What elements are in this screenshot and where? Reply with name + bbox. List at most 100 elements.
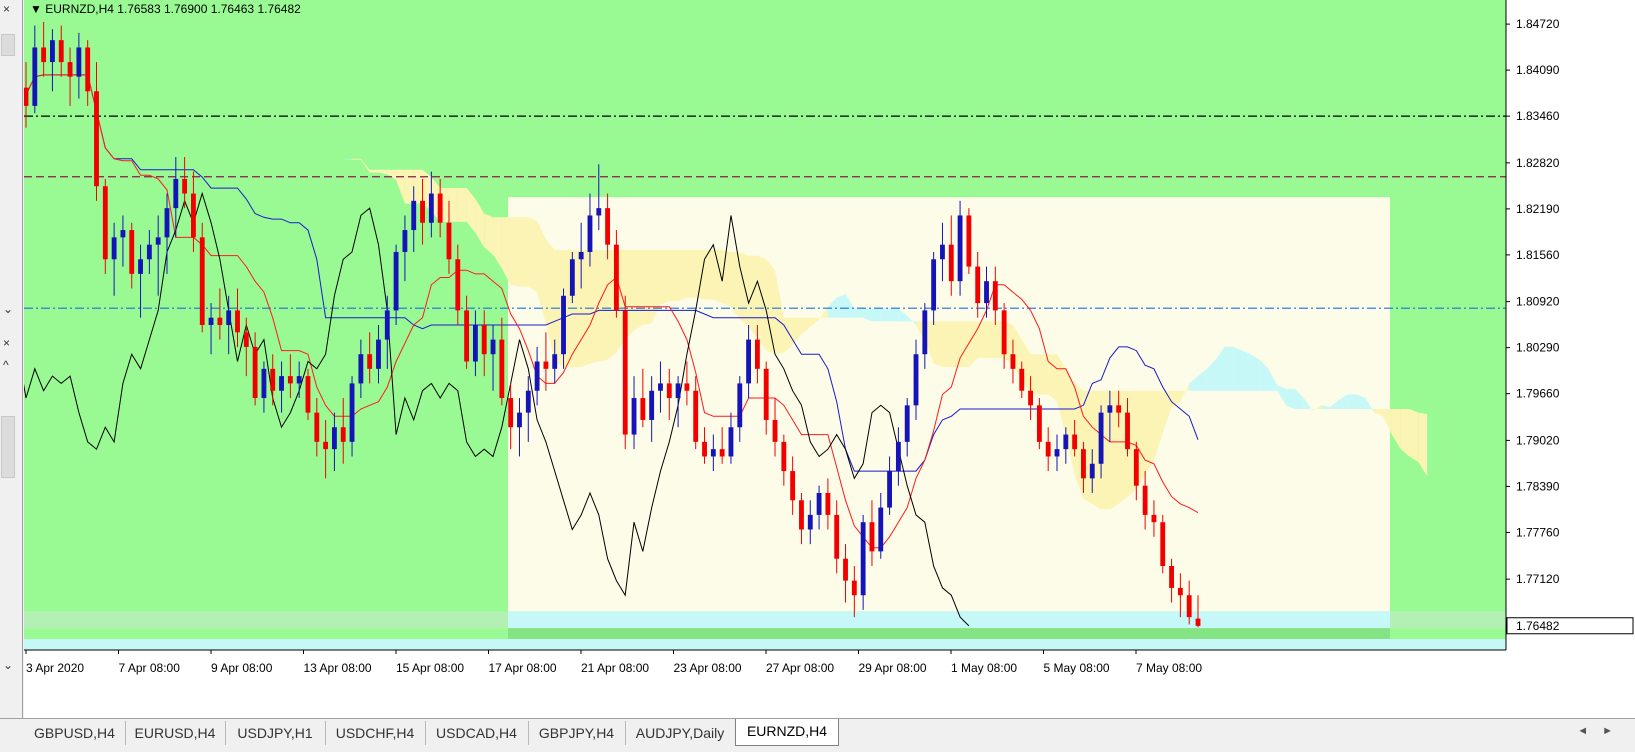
candle-body [1089,463,1095,479]
price-tick-label: 1.79660 [1516,387,1560,401]
candle-body [816,492,822,515]
kumo-segment [722,250,731,307]
kumo-segment [951,321,961,367]
candle-body [869,522,875,552]
kumo-segment [836,293,846,318]
symbol-info: ▼ EURNZD,H4 1.76583 1.76900 1.76463 1.76… [30,2,301,16]
chevron-down-icon-2[interactable]: ⌄ [3,658,13,672]
candle[interactable] [1036,398,1042,450]
tab-eurnzd-h4[interactable]: EURNZD,H4 [735,719,839,746]
candle-body [261,368,267,399]
candle[interactable] [622,295,628,450]
tab-usdchf-h4[interactable]: USDCHF,H4 [325,721,426,745]
candle-body [32,47,38,106]
tab-usdjpy-h1[interactable]: USDJPY,H1 [225,721,326,745]
time-tick-label: 3 Apr 2020 [26,661,84,675]
candle-body [737,383,743,428]
candle[interactable] [1160,514,1166,574]
vertical-scrollbar-thumb-2[interactable] [1,416,15,478]
candle-body [340,427,346,442]
price-tick-label: 1.77120 [1516,572,1560,586]
candle-body [358,354,364,384]
candle-body [1151,514,1157,523]
chevron-down-icon[interactable]: ⌄ [3,302,13,316]
price-tick-label: 1.83460 [1516,109,1560,123]
candle-body [1169,566,1174,588]
tab-audjpy-daily[interactable]: AUDJPY,Daily [625,721,736,745]
tab-eurusd-h4[interactable]: EURUSD,H4 [125,721,226,745]
kumo-segment [642,250,652,325]
candle-body [208,317,214,325]
kumo-segment [1030,354,1040,395]
candle-body [702,441,707,457]
candle-body [931,259,937,311]
kumo-segment [457,188,467,222]
candle-body [331,427,337,450]
candle-body [578,251,584,260]
kumo-segment [369,169,379,173]
close-icon[interactable]: × [3,2,10,16]
candle-body [499,339,505,399]
candle-body [957,215,963,282]
close-icon-2[interactable]: × [3,336,10,350]
candle-body [437,193,443,223]
candle-body [349,383,355,442]
candle-body [525,390,531,413]
candle-body [384,310,390,340]
candle-body [24,87,29,106]
chart-canvas[interactable]: 1.84720 1.84090 1.83460 1.82820 1.82190 1.815… [24,0,1635,718]
tab-gbpjpy-h4[interactable]: GBPJPY,H4 [528,721,626,745]
candle-body [1195,618,1201,626]
candle-body [543,361,549,369]
candle-body [1125,412,1130,450]
candle-body [490,339,496,355]
candle-body [314,412,320,442]
price-chart[interactable]: 1.84720 1.84090 1.83460 1.82820 1.82190 1.815… [24,0,1635,718]
kumo-segment [1250,354,1260,391]
kumo-segment [352,158,361,160]
candle-body [367,354,373,369]
tab-scroll-arrows[interactable]: ◄► [1577,725,1627,737]
tab-usdcad-h4[interactable]: USDCAD,H4 [425,721,529,745]
kumo-segment [634,250,643,331]
candle-body [1063,434,1069,450]
candle[interactable] [305,368,311,420]
candle-body [1160,522,1166,567]
candle-body [984,281,989,304]
candle[interactable] [966,208,972,274]
candle-body [1186,595,1192,618]
candle-body [1133,449,1139,486]
candle-body [50,40,55,63]
candle-body [235,310,240,333]
kumo-segment [510,217,520,287]
candle-body [878,507,884,552]
kumo-segment [678,250,687,302]
left-panel-strip: × ⌄ × ^ ⌄ [0,0,23,718]
chevron-up-icon[interactable]: ^ [3,358,9,372]
candle-body [155,237,161,245]
price-tick-label: 1.84720 [1516,17,1560,31]
candle-body [76,47,82,77]
candle[interactable] [199,222,205,333]
candle-body [1107,405,1113,413]
kumo-segment [1224,346,1234,391]
price-tick-label: 1.77760 [1516,525,1560,539]
candle-body [1054,449,1060,457]
support-zone-rect [508,611,1390,629]
kumo-segment [1039,354,1049,395]
high-price: 1.76900 [163,2,208,16]
candle-body [975,266,981,304]
collapse-triangle-icon[interactable]: ▼ [30,2,42,16]
candle-body [1142,485,1148,515]
vertical-scrollbar-thumb[interactable] [1,34,15,56]
candle-body [164,208,170,238]
candle[interactable] [569,251,575,304]
candle-body [182,178,188,194]
candle-body [658,383,663,391]
candle-body [323,441,329,450]
candle-body [41,47,47,63]
candle-body [887,471,893,508]
candle-body [58,40,64,63]
candle-body [199,237,205,325]
tab-gbpusd-h4[interactable]: GBPUSD,H4 [24,721,126,745]
